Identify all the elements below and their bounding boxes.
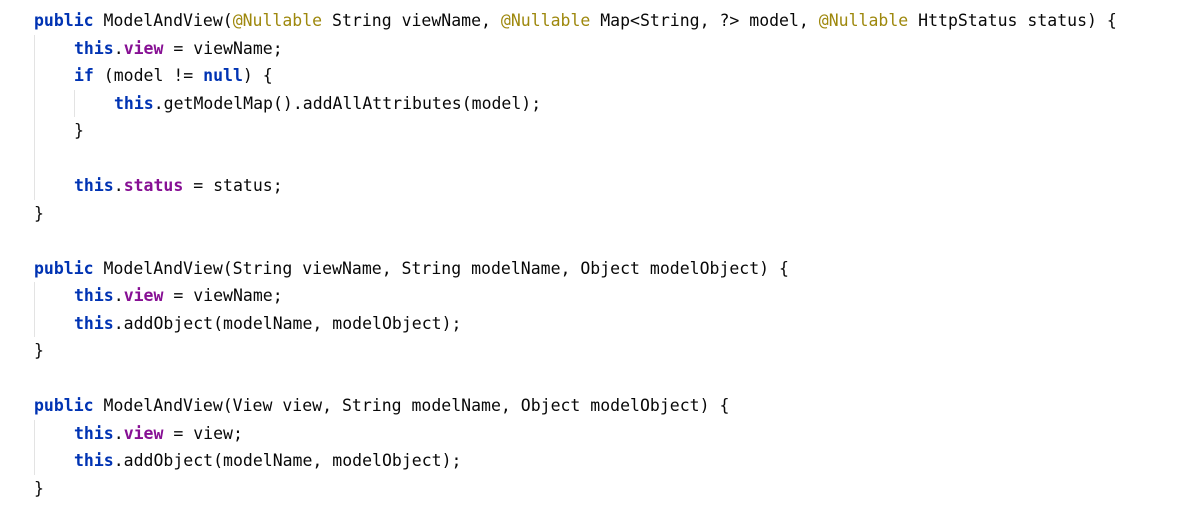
code-token: HttpStatus status) { [908,11,1117,30]
keyword-token: this [114,93,154,113]
keyword-token: this [74,176,114,195]
code-line[interactable]: this.view = viewName; [34,282,1117,310]
annotation-token: @Nullable [818,11,909,30]
code-token: ModelAndView(String viewName, String mod… [93,258,789,278]
code-line[interactable]: public ModelAndView(@Nullable String vie… [34,7,1117,35]
field-token: status [123,176,184,195]
code-line[interactable]: this.view = viewName; [34,35,1117,63]
code-token: String viewName, [322,11,501,30]
keyword-token: this [74,313,114,333]
code-token: ModelAndView( [93,11,233,30]
code-token: Map<String, ?> model, [590,11,819,30]
keyword-token: this [74,286,114,305]
code-token: ) { [242,66,273,85]
code-token: ModelAndView(View view, String modelName… [93,396,730,415]
code-editor[interactable]: public ModelAndView(@Nullable String vie… [0,0,1195,516]
keyword-token: public [34,11,94,30]
code-token: . [113,176,124,195]
code-token: . [113,423,124,443]
code-token: .addObject(modelName, modelObject); [113,451,462,470]
code-area[interactable]: public ModelAndView(@Nullable String vie… [34,7,1117,502]
code-line[interactable]: } [34,200,1117,228]
code-token: (model != [93,66,204,85]
field-token: view [123,423,164,443]
keyword-token: public [34,396,94,415]
code-line[interactable]: this.status = status; [34,172,1117,200]
field-token: view [123,38,164,58]
code-line[interactable]: this.getModelMap().addAllAttributes(mode… [34,90,1117,118]
code-token: .getModelMap().addAllAttributes(model); [153,93,542,113]
keyword-token: this [74,423,114,443]
code-line[interactable]: this.addObject(modelName, modelObject); [34,447,1117,475]
code-line[interactable]: this.view = view; [34,420,1117,448]
keyword-token: null [203,66,243,85]
keyword-token: if [74,66,94,85]
field-token: view [123,286,164,305]
code-token: .addObject(modelName, modelObject); [113,313,462,333]
code-line[interactable]: } [34,337,1117,365]
code-token: = viewName; [163,38,283,58]
code-token: = viewName; [163,286,283,305]
code-line[interactable]: this.addObject(modelName, modelObject); [34,310,1117,338]
code-token: . [113,286,124,305]
code-token: } [74,121,84,140]
keyword-token: public [34,258,94,278]
keyword-token: this [74,38,114,58]
code-line[interactable]: } [34,475,1117,503]
annotation-token: @Nullable [232,11,323,30]
code-token: } [34,203,44,223]
code-token: } [34,478,44,498]
code-line[interactable]: public ModelAndView(String viewName, Str… [34,255,1117,283]
code-token: . [113,38,124,58]
code-token: = status; [183,176,283,195]
code-line[interactable] [34,365,1117,393]
code-line[interactable]: if (model != null) { [34,62,1117,90]
code-line[interactable]: } [34,117,1117,145]
code-line[interactable] [34,145,1117,173]
keyword-token: this [74,451,114,470]
code-line[interactable]: public ModelAndView(View view, String mo… [34,392,1117,420]
annotation-token: @Nullable [500,11,591,30]
code-token: = view; [163,423,243,443]
code-line[interactable] [34,227,1117,255]
code-token: } [34,341,44,360]
